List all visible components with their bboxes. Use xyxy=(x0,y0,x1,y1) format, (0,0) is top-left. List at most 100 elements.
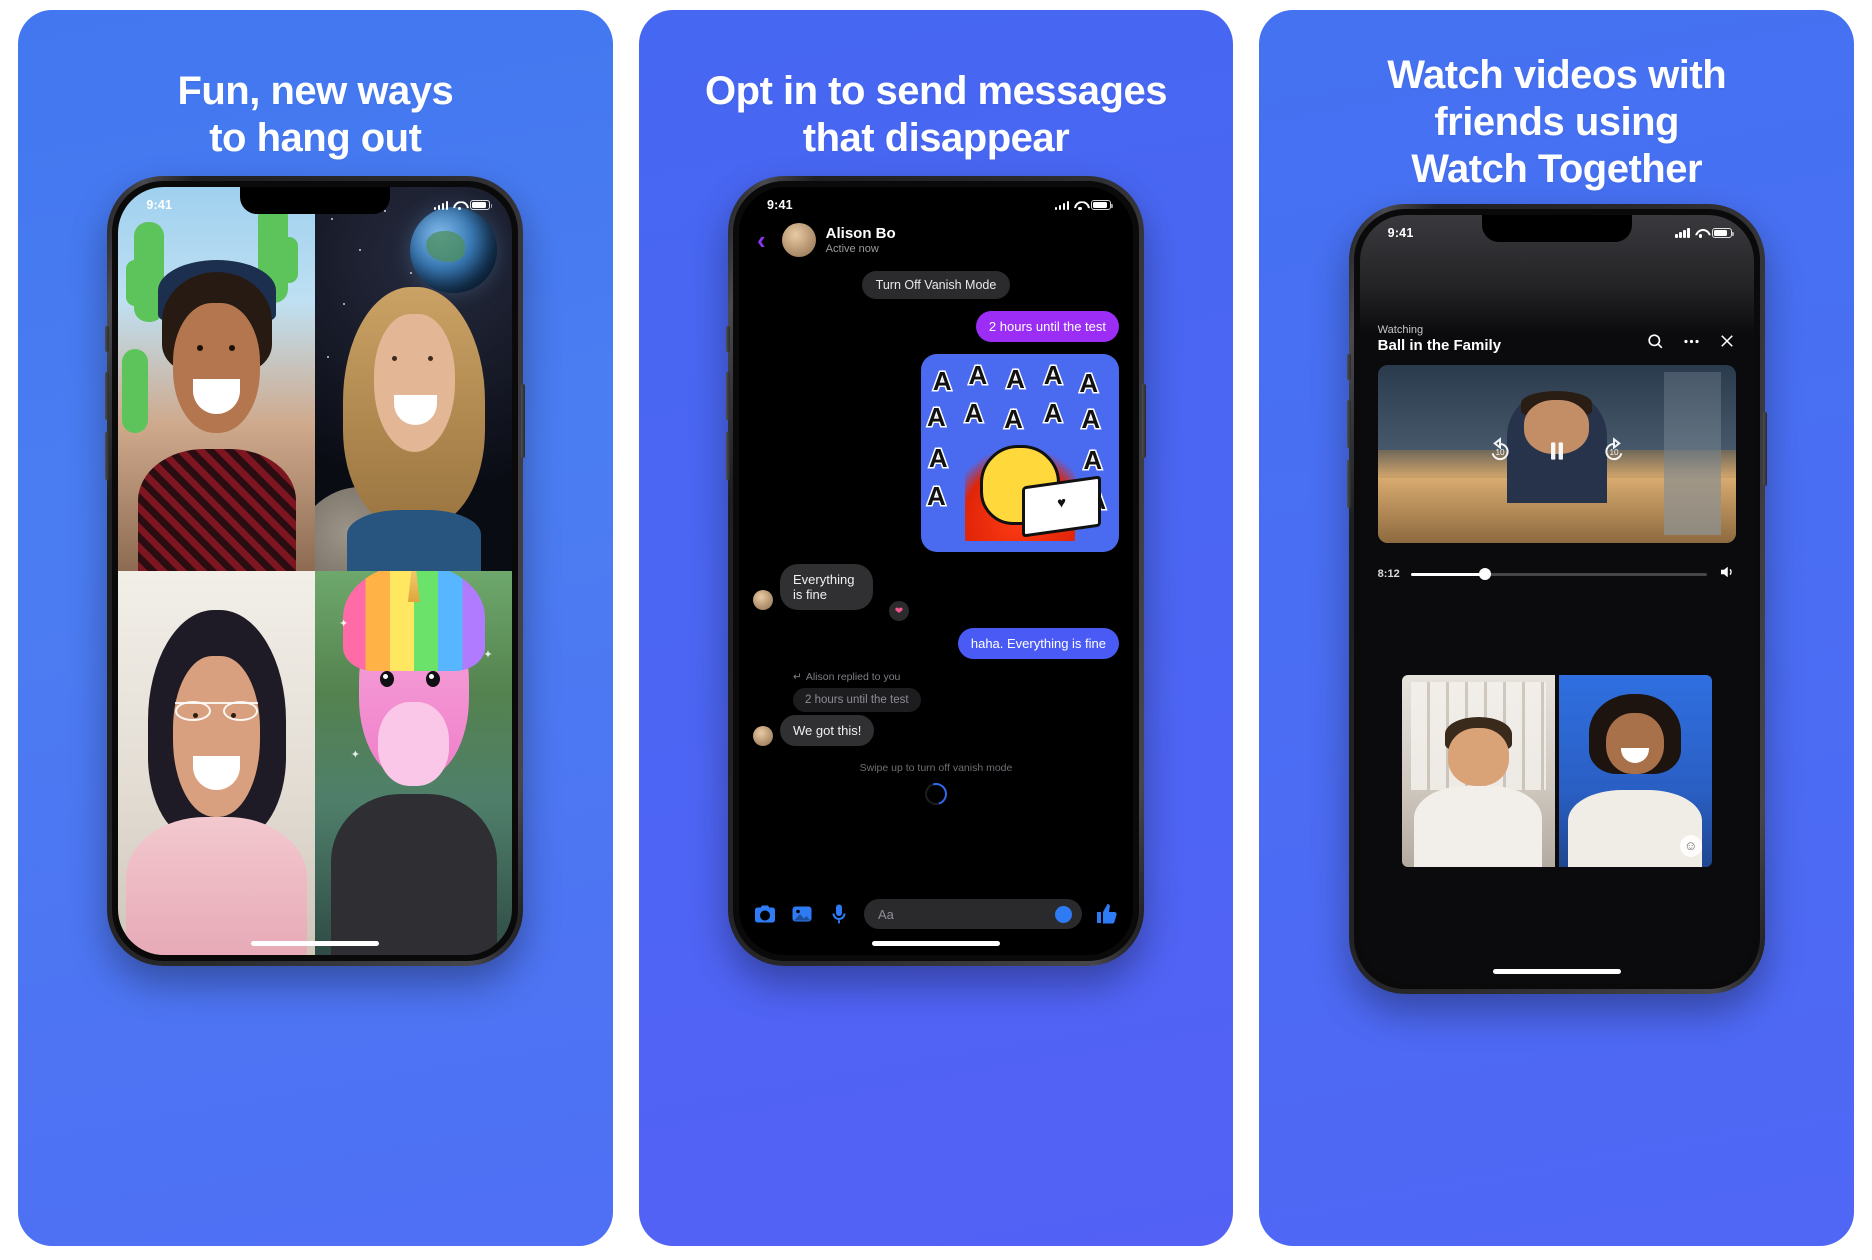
status-time: 9:41 xyxy=(1387,225,1414,240)
video-tile-4[interactable]: ✦ ✦ ✦ xyxy=(315,571,513,956)
battery-icon xyxy=(470,200,493,211)
wifi-icon xyxy=(453,200,465,211)
svg-text:10: 10 xyxy=(1609,448,1619,457)
cellular-signal-icon xyxy=(1054,200,1069,211)
phone-screen-1: ✦ ✦ ✦ 9:41 xyxy=(118,187,513,956)
home-indicator[interactable] xyxy=(1492,968,1621,974)
message-row-received: Everything is fine ❤ xyxy=(753,564,1119,622)
turn-off-vanish-mode-button[interactable]: Turn Off Vanish Mode xyxy=(861,271,1011,300)
message-input[interactable]: Aa xyxy=(864,899,1082,930)
gallery-icon[interactable] xyxy=(790,902,814,926)
wifi-icon xyxy=(1074,200,1086,211)
volume-down-button xyxy=(105,432,110,481)
wifi-icon xyxy=(1695,228,1707,238)
message-input-placeholder: Aa xyxy=(878,906,894,922)
message-row-sent: haha. Everything is fine xyxy=(753,628,1119,660)
watch-together-header: Watching Ball in the Family xyxy=(1360,323,1754,356)
microphone-icon[interactable] xyxy=(827,902,851,926)
cellular-signal-icon xyxy=(1675,228,1690,238)
contact-name: Alison Bo xyxy=(825,224,896,242)
volume-up-button xyxy=(726,372,730,421)
sticker-message[interactable]: A A A A A A A A A A A A A ♥ xyxy=(921,354,1119,553)
panel-2-headline: Opt in to send messages that disappear xyxy=(705,69,1167,161)
contact-avatar[interactable] xyxy=(781,223,816,258)
status-bar-1: 9:41 xyxy=(118,187,512,217)
video-call-grid: ✦ ✦ ✦ xyxy=(118,187,513,956)
message-bubble[interactable]: haha. Everything is fine xyxy=(957,628,1119,660)
seek-handle[interactable] xyxy=(1478,568,1491,581)
video-tile-2[interactable] xyxy=(315,187,513,572)
phone-mockup-2: ‹ Alison Bo Active now Turn Off Vanish M… xyxy=(726,176,1146,967)
volume-down-button xyxy=(726,432,730,481)
svg-text:10: 10 xyxy=(1495,448,1505,457)
messenger-conversation: ‹ Alison Bo Active now Turn Off Vanish M… xyxy=(739,187,1133,956)
home-indicator[interactable] xyxy=(251,941,380,947)
message-bubble[interactable]: 2 hours until the test xyxy=(975,311,1119,343)
panel-watch-together: Watch videos with friends using Watch Toge… xyxy=(1259,10,1855,1246)
close-icon[interactable] xyxy=(1718,332,1736,355)
volume-down-button xyxy=(1346,459,1351,508)
emoji-reaction-icon[interactable]: ☺ xyxy=(1679,834,1702,857)
participant-tile-left[interactable] xyxy=(1401,674,1555,867)
sender-avatar xyxy=(753,726,773,747)
participant-tiles: ☺ xyxy=(1401,674,1712,867)
battery-icon xyxy=(1711,227,1734,238)
volume-up-button xyxy=(105,372,110,421)
mute-switch xyxy=(1346,353,1351,380)
cellular-signal-icon xyxy=(433,200,449,211)
chevron-left-icon[interactable]: ‹ xyxy=(751,227,772,253)
volume-icon[interactable] xyxy=(1718,563,1736,586)
video-seekbar[interactable]: 8:12 xyxy=(1378,563,1736,586)
message-bubble[interactable]: Everything is fine xyxy=(780,564,873,611)
seek-track[interactable] xyxy=(1410,568,1707,581)
video-player[interactable]: 10 10 xyxy=(1377,364,1736,543)
power-button xyxy=(1762,411,1767,486)
panel-vanish-mode: Opt in to send messages that disappear ‹ … xyxy=(638,10,1234,1246)
reply-indicator-label: Alison replied to you xyxy=(805,671,901,684)
participant-tile-right[interactable]: ☺ xyxy=(1558,674,1712,867)
sender-avatar xyxy=(753,590,773,611)
panel-1-headline: Fun, new ways to hang out xyxy=(177,69,454,161)
loading-spinner xyxy=(921,779,951,810)
message-row-reply: We got this! xyxy=(753,715,1119,747)
current-time-label: 8:12 xyxy=(1377,568,1400,581)
seek-progress xyxy=(1410,572,1485,576)
phone-screen-3: Watching Ball in the Family 10 10 8:12 ☺… xyxy=(1359,214,1754,983)
rewind-10-icon[interactable]: 10 xyxy=(1486,437,1514,470)
panel-3-headline: Watch videos with friends using Watch Toge… xyxy=(1387,53,1727,192)
quoted-message-row: 2 hours until the test xyxy=(793,688,1119,713)
pause-icon[interactable] xyxy=(1544,438,1570,469)
search-icon[interactable] xyxy=(1646,332,1665,356)
forward-10-icon[interactable]: 10 xyxy=(1600,437,1628,470)
video-tile-3[interactable] xyxy=(118,571,316,956)
video-title: Ball in the Family xyxy=(1377,336,1502,354)
watching-label: Watching xyxy=(1377,323,1424,336)
status-time: 9:41 xyxy=(146,198,173,213)
power-button xyxy=(521,384,526,459)
app-store-screenshot-gallery: Fun, new ways to hang out ✦ ✦ ✦ 9:41 Opt… xyxy=(0,0,1872,1260)
status-bar-3: 9:41 xyxy=(1360,215,1754,245)
home-indicator[interactable] xyxy=(872,941,1000,947)
video-tile-1[interactable] xyxy=(118,187,316,572)
panel-fun-new-ways: Fun, new ways to hang out ✦ ✦ ✦ 9:41 xyxy=(18,10,613,1246)
message-bubble[interactable]: We got this! xyxy=(780,715,875,747)
emoji-icon[interactable] xyxy=(1055,905,1072,923)
swipe-hint-label: Swipe up to turn off vanish mode xyxy=(859,762,1013,775)
reply-arrow-icon: ↵ xyxy=(793,671,802,684)
watch-together-screen: Watching Ball in the Family 10 10 8:12 ☺ xyxy=(1359,214,1754,983)
heart-reaction-icon[interactable]: ❤ xyxy=(889,601,909,622)
message-list[interactable]: Turn Off Vanish Mode 2 hours until the t… xyxy=(739,267,1133,891)
phone-screen-2: ‹ Alison Bo Active now Turn Off Vanish M… xyxy=(739,187,1133,956)
camera-icon[interactable] xyxy=(753,902,777,926)
more-icon[interactable] xyxy=(1682,332,1701,356)
contact-status: Active now xyxy=(825,242,879,255)
power-button xyxy=(1142,384,1146,459)
thumbs-up-icon[interactable] xyxy=(1095,902,1119,926)
mute-switch xyxy=(726,326,730,353)
phone-mockup-3: Watching Ball in the Family 10 10 8:12 ☺… xyxy=(1346,203,1767,994)
volume-up-button xyxy=(1346,399,1351,448)
player-controls: 10 10 xyxy=(1378,365,1736,543)
quoted-message[interactable]: 2 hours until the test xyxy=(793,688,921,713)
reply-indicator: ↵ Alison replied to you xyxy=(793,671,1119,683)
message-row-sticker: A A A A A A A A A A A A A ♥ xyxy=(753,354,1119,553)
